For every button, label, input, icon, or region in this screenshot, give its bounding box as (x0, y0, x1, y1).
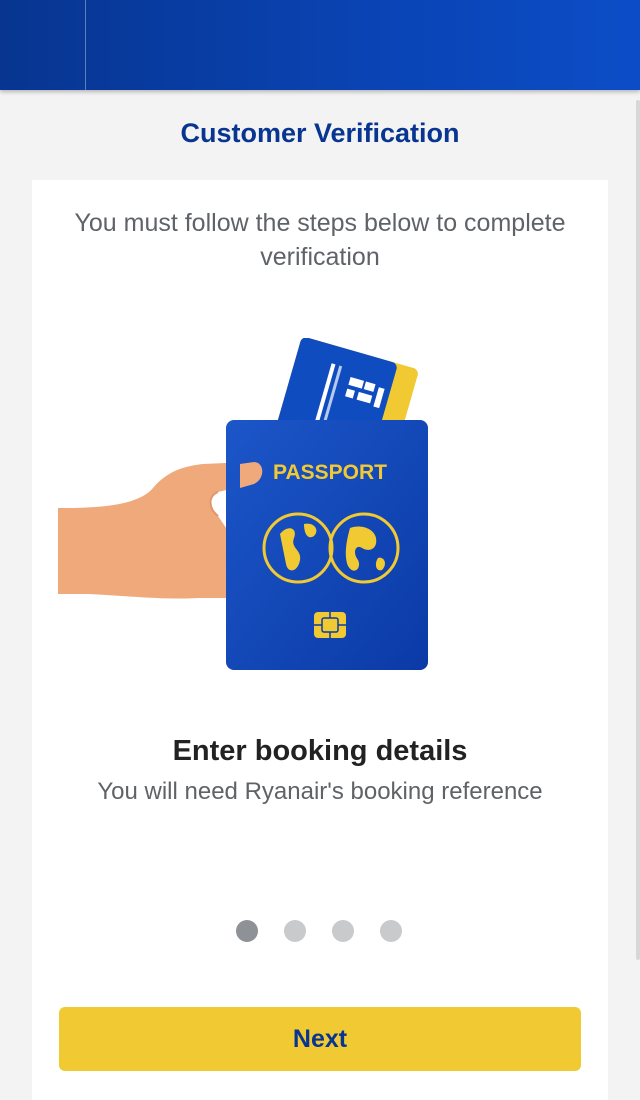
next-button[interactable]: Next (59, 1007, 581, 1071)
step-dot-2[interactable] (284, 920, 306, 942)
step-title: Enter booking details (172, 735, 468, 767)
chip-icon (314, 612, 346, 638)
header-divider (85, 0, 86, 90)
app-header (0, 0, 640, 90)
step-dot-3[interactable] (332, 920, 354, 942)
page-title: Customer Verification (180, 118, 460, 148)
passport-icon: PASSPORT (226, 420, 428, 670)
step-indicator (236, 920, 416, 944)
step-description: You will need Ryanair's booking referenc… (97, 778, 543, 805)
intro-text: You must follow the steps below to compl… (74, 209, 566, 271)
passport-illustration: BOARD FLIG Term PASSENGER (58, 337, 438, 678)
passport-label: PASSPORT (273, 461, 387, 484)
step-dot-1[interactable] (236, 920, 258, 942)
passport-illustration-svg: BOARD FLIG Term PASSENGER (58, 337, 428, 670)
verification-card: You must follow the steps below to compl… (32, 180, 608, 1100)
step-dot-4[interactable] (380, 920, 402, 942)
scrollbar[interactable] (636, 100, 640, 960)
